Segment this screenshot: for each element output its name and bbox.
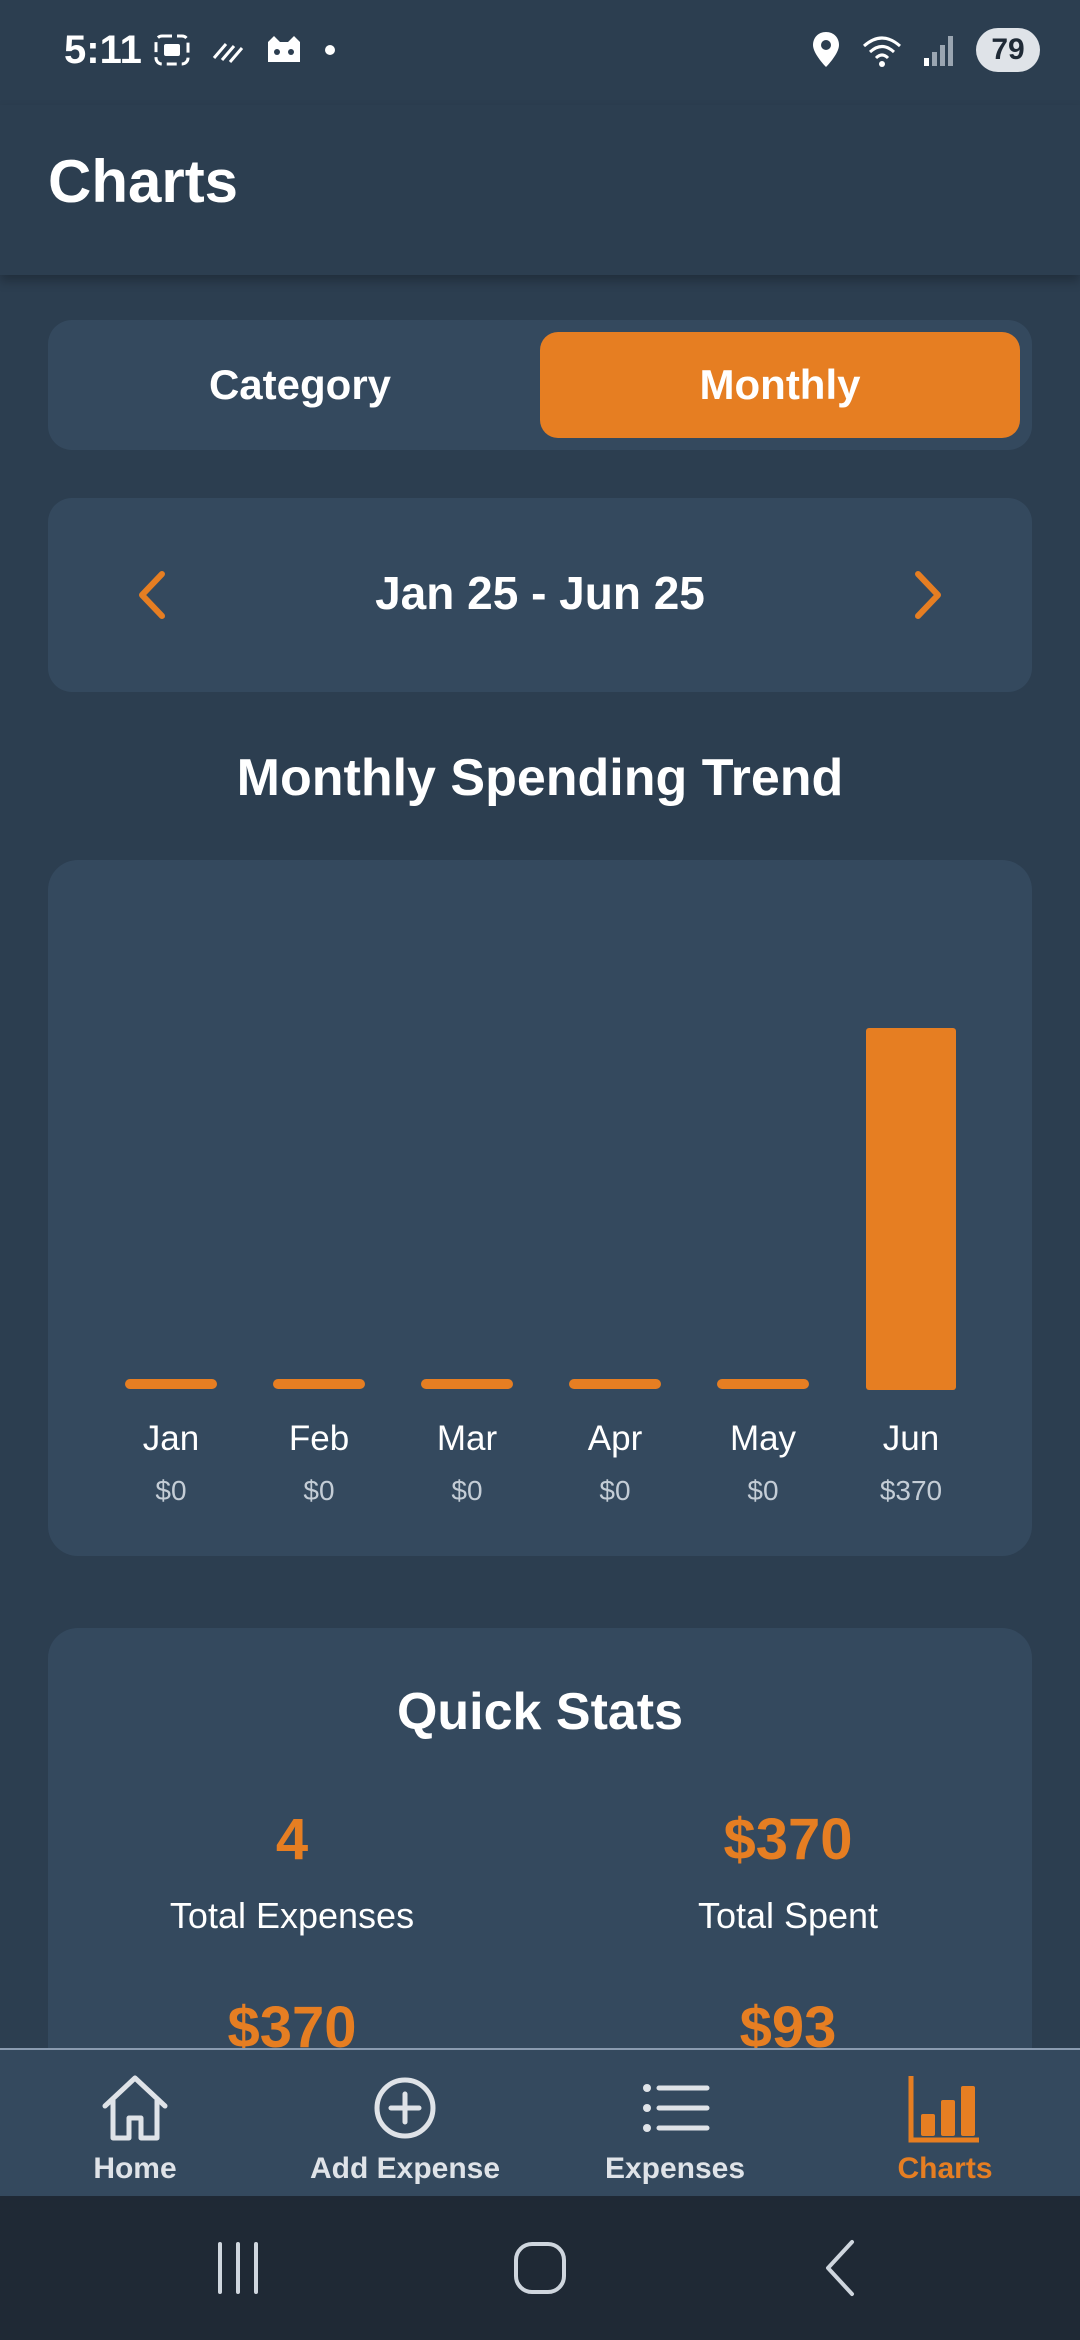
status-bar: 5:11 79 xyxy=(0,0,1080,105)
home-button-icon[interactable] xyxy=(508,2236,572,2300)
stat-value: $370 xyxy=(723,1807,853,1872)
nav-label: Charts xyxy=(897,2152,993,2185)
stat-label: Total Expenses xyxy=(169,1895,415,1936)
wifi-icon xyxy=(863,36,901,67)
nav-home[interactable]: Home xyxy=(0,2050,270,2198)
monthly-chart-card: Jan $0 Feb $0 Mar $0 Apr $0 May $0 Jun $370 xyxy=(48,860,1032,1556)
nav-expenses[interactable]: Expenses xyxy=(540,2050,810,2198)
chart-value-label: $0 xyxy=(599,1475,630,1506)
stat-label: Total Spent xyxy=(697,1895,879,1936)
cell-signal-icon xyxy=(924,36,953,66)
bottom-navigation: Home Add Expense Expenses Charts xyxy=(0,2048,1080,2196)
stat-total-expenses: 4 Total Expenses xyxy=(72,1806,512,1937)
chart-x-label: Apr xyxy=(588,1419,643,1458)
nav-label: Home xyxy=(93,2152,177,2185)
date-range-selector: Jan 25 - Jun 25 xyxy=(48,498,1032,692)
date-range-label: Jan 25 - Jun 25 xyxy=(375,567,705,619)
signal-stripes-icon xyxy=(212,43,244,63)
status-notification-icons xyxy=(152,30,338,70)
chart-value-label: $0 xyxy=(303,1475,334,1506)
chart-x-label: Jan xyxy=(143,1419,199,1458)
view-toggle: Category Monthly xyxy=(48,320,1032,450)
chart-x-label: May xyxy=(730,1419,797,1458)
stat-value: 4 xyxy=(275,1807,309,1872)
chart-section-title: Monthly Spending Trend xyxy=(236,749,844,807)
monthly-bar-chart: Jan $0 Feb $0 Mar $0 Apr $0 May $0 Jun $370 xyxy=(125,1028,956,1506)
toggle-category-button[interactable]: Category xyxy=(60,332,540,438)
bar-chart-icon xyxy=(908,2076,979,2143)
dot-icon xyxy=(325,45,335,55)
status-time: 5:11 xyxy=(64,28,142,72)
system-navigation-bar xyxy=(0,2196,1080,2340)
chart-value-label: $370 xyxy=(880,1475,942,1506)
status-system-icons: 79 xyxy=(810,28,1040,72)
nav-label: Add Expense xyxy=(309,2152,501,2185)
nav-label: Expenses xyxy=(604,2152,746,2185)
chart-bar-jun xyxy=(866,1028,956,1390)
battery-indicator: 79 xyxy=(976,28,1040,72)
chart-value-label: $0 xyxy=(451,1475,482,1506)
quick-stats-title: Quick Stats xyxy=(396,1683,684,1741)
game-mode-icon xyxy=(268,36,300,62)
back-icon[interactable] xyxy=(810,2236,874,2300)
stat-total-spent: $370 Total Spent xyxy=(568,1806,1008,1937)
chart-x-label: Feb xyxy=(289,1419,349,1458)
add-circle-icon xyxy=(374,2077,436,2139)
charts-screen: 5:11 79 Charts Category Monthly Jan 25 -… xyxy=(0,0,1080,2340)
page-title: Charts xyxy=(48,148,239,215)
list-icon xyxy=(643,2084,710,2132)
location-icon xyxy=(813,32,839,67)
nav-charts[interactable]: Charts xyxy=(810,2050,1080,2198)
recent-apps-icon[interactable] xyxy=(206,2236,270,2300)
chevron-right-icon[interactable] xyxy=(890,560,960,630)
app-header: Charts xyxy=(0,105,1080,275)
chart-x-label: Jun xyxy=(883,1419,939,1458)
chart-value-label: $0 xyxy=(747,1475,778,1506)
screenshot-icon xyxy=(154,34,190,66)
toggle-monthly-button[interactable]: Monthly xyxy=(540,332,1020,438)
home-icon xyxy=(102,2075,168,2141)
chart-x-label: Mar xyxy=(437,1419,498,1458)
nav-add-expense[interactable]: Add Expense xyxy=(270,2050,540,2198)
chart-value-label: $0 xyxy=(155,1475,186,1506)
